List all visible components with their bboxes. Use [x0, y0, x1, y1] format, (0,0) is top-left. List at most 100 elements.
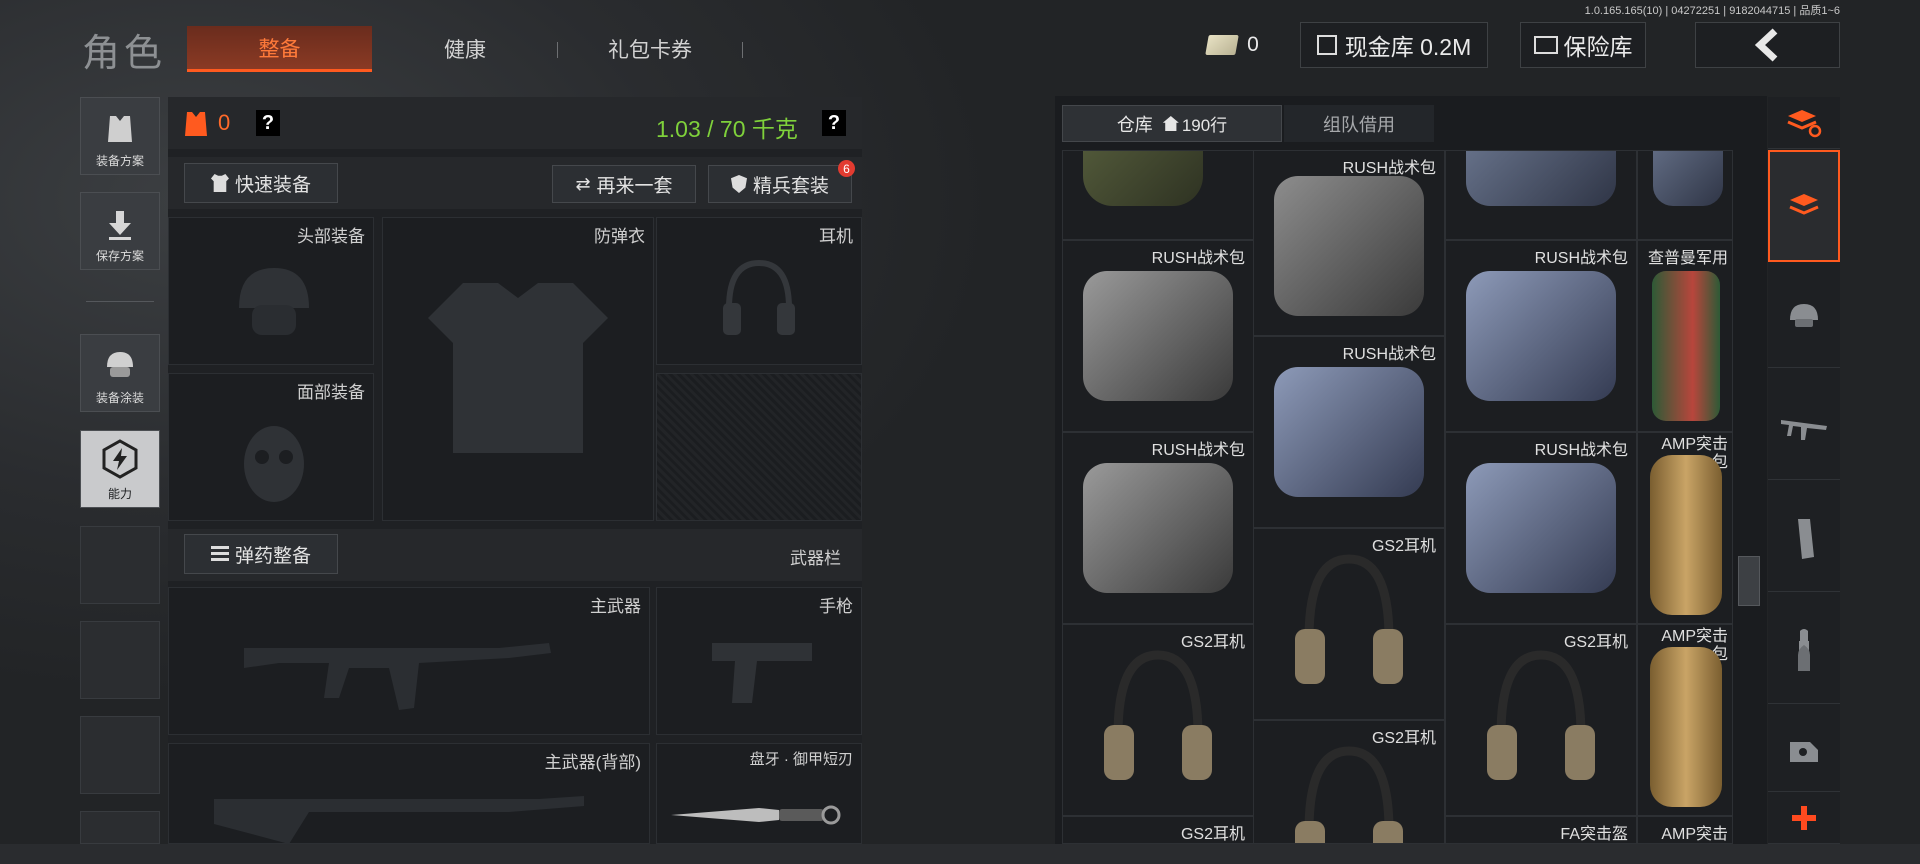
armor-icon	[185, 112, 207, 136]
item-rush-backpack[interactable]: RUSH战术包	[1445, 240, 1637, 432]
headset-image	[1104, 650, 1212, 780]
filter-weapon[interactable]	[1768, 374, 1840, 480]
vest-icon	[108, 116, 132, 142]
item-label: RUSH战术包	[1534, 442, 1628, 459]
scope-filter-icon	[1790, 741, 1818, 762]
back-button[interactable]	[1695, 22, 1840, 68]
slot-primary-back-label: 主武器(背部)	[544, 753, 641, 772]
item-gs2-headset[interactable]: GS2耳机	[1062, 624, 1254, 816]
slot-pistol[interactable]: 手枪	[656, 587, 862, 735]
item-rush-backpack[interactable]: RUSH战术包	[1445, 432, 1637, 624]
item-amp-backpack[interactable]: AMP突击	[1637, 816, 1733, 844]
equipment-skin-button[interactable]: 装备涂装	[80, 334, 160, 412]
rush-backpack-image	[1083, 463, 1233, 593]
ability-label: 能力	[107, 487, 132, 501]
empty-menu-slot	[80, 716, 160, 794]
item-label: RUSH战术包	[1151, 442, 1245, 459]
storage-scrollbar-track[interactable]	[1736, 150, 1762, 844]
item-gs2-headset[interactable]: GS2耳机	[1253, 528, 1445, 720]
slot-primary-back[interactable]: 主武器(背部)	[168, 743, 650, 844]
tab-health[interactable]: 健康	[375, 26, 555, 72]
plus-icon	[1792, 805, 1816, 830]
knife-icon	[671, 805, 841, 825]
quick-equip-label: 快速装备	[234, 174, 311, 196]
amp-backpack-image	[1650, 647, 1722, 807]
helmet-filter-icon	[1790, 303, 1818, 327]
tab-equip[interactable]: 整备	[187, 26, 372, 72]
amp-backpack-image	[1650, 455, 1722, 615]
rush-backpack-image	[1466, 271, 1616, 401]
storage-scrollbar-thumb[interactable]	[1738, 556, 1760, 606]
slot-face[interactable]: 面部装备	[168, 373, 374, 521]
empty-menu-slot	[80, 621, 160, 699]
slot-primary-weapon[interactable]: 主武器	[168, 587, 650, 735]
ammo-prep-button[interactable]: 弹药整备	[184, 534, 338, 574]
item-rush-backpack[interactable]: RUSH战术包	[1062, 240, 1254, 432]
item-fa-helmet[interactable]: FA突击盔	[1445, 816, 1637, 844]
ability-icon	[102, 439, 138, 479]
shield-icon	[730, 175, 747, 193]
filter-magazine[interactable]	[1768, 486, 1840, 592]
empty-menu-slot	[80, 811, 160, 844]
sort-button[interactable]	[1768, 97, 1840, 149]
item-backpack[interactable]	[1637, 150, 1733, 240]
filter-ammo[interactable]	[1768, 598, 1840, 704]
rush-backpack-image	[1274, 176, 1424, 316]
cash-vault-label: 现金库 0.2M	[1344, 34, 1472, 60]
item-label: RUSH战术包	[1534, 250, 1628, 267]
safe-button[interactable]: 保险库	[1520, 22, 1646, 68]
safe-label: 保险库	[1563, 34, 1633, 60]
item-amp-backpack[interactable]: AMP突击包	[1637, 432, 1733, 624]
slot-melee-label: 盘牙 · 御甲短刃	[749, 751, 853, 768]
add-filter-button[interactable]	[1768, 792, 1840, 844]
quick-equip-button[interactable]: 快速装备	[184, 163, 338, 203]
loadout-plan-button[interactable]: 装备方案	[80, 97, 160, 175]
ability-button[interactable]: 能力	[80, 430, 160, 508]
tab-gift-vouchers[interactable]: 礼包卡券	[560, 26, 740, 72]
tab-team-borrow[interactable]: 组队借用	[1284, 105, 1434, 142]
mask-silhouette-icon	[244, 426, 304, 502]
item-gs2-headset[interactable]: GS2耳机	[1253, 720, 1445, 844]
help-icon[interactable]: ?	[256, 110, 280, 136]
item-gs2-headset[interactable]: GS2耳机	[1445, 624, 1637, 816]
save-plan-button[interactable]: 保存方案	[80, 192, 160, 270]
vault-icon	[1316, 35, 1337, 55]
item-amp-backpack[interactable]: AMP突击包	[1637, 624, 1733, 816]
item-label: RUSH战术包	[1342, 346, 1436, 363]
item-chapman-bag[interactable]: 查普曼军用	[1637, 240, 1733, 432]
page-title: 角色	[82, 33, 167, 75]
elite-set-button[interactable]: 精兵套装	[708, 165, 852, 203]
elite-badge: 6	[838, 160, 855, 177]
version-text: 1.0.165.165(10) | 04272251 | 9182044715 …	[1584, 5, 1840, 17]
slot-headset-label: 耳机	[819, 227, 853, 246]
cash-vault-button[interactable]: 现金库 0.2M	[1300, 22, 1488, 68]
chevron-left-icon	[1754, 28, 1777, 62]
save-plan-label: 保存方案	[95, 249, 144, 263]
vest-silhouette-icon	[428, 283, 608, 453]
slot-head[interactable]: 头部装备	[168, 217, 374, 365]
item-label: FA突击盔	[1560, 826, 1628, 843]
safe-icon	[1533, 36, 1558, 54]
item-backpack[interactable]	[1062, 150, 1254, 240]
filter-all[interactable]	[1768, 150, 1840, 262]
slot-headset[interactable]: 耳机	[656, 217, 862, 365]
filter-sight[interactable]	[1768, 710, 1840, 792]
item-rush-backpack[interactable]: RUSH战术包	[1253, 336, 1445, 528]
item-label: 查普曼军用	[1647, 250, 1728, 267]
weight-help-icon[interactable]: ?	[822, 110, 846, 136]
item-backpack[interactable]	[1445, 150, 1637, 240]
bottom-strip	[0, 844, 1920, 864]
filter-helmet[interactable]	[1768, 262, 1840, 368]
item-gs2-headset[interactable]: GS2耳机	[1062, 816, 1254, 844]
refresh-icon: ⇄	[575, 173, 591, 194]
headset-image	[1295, 554, 1403, 684]
slot-melee[interactable]: 盘牙 · 御甲短刃	[656, 743, 862, 844]
slot-vest[interactable]: 防弹衣	[382, 217, 654, 521]
layers-sort-icon	[1787, 109, 1822, 137]
item-rush-backpack[interactable]: RUSH战术包	[1062, 432, 1254, 624]
item-rush-backpack[interactable]: RUSH战术包	[1253, 150, 1445, 336]
tab-warehouse[interactable]: 仓库 190行	[1062, 105, 1282, 142]
bullet-filter-icon	[1798, 628, 1810, 671]
rush-backpack-image	[1274, 367, 1424, 497]
again-set-button[interactable]: ⇄ 再来一套	[552, 165, 696, 203]
